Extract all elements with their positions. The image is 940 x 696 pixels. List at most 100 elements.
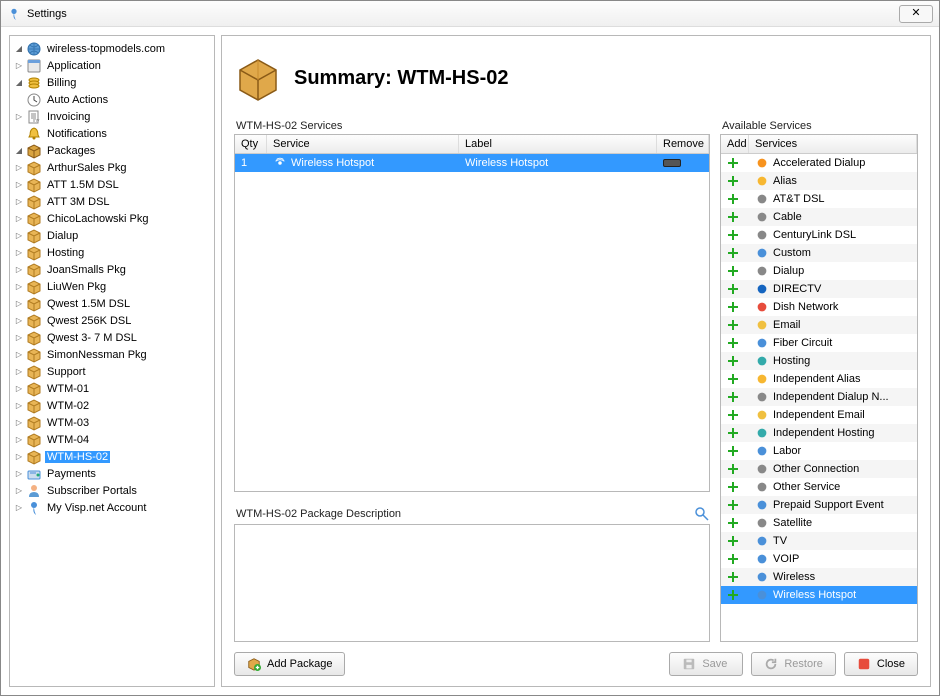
expander-icon[interactable]: ◢ [14,44,24,54]
cell-add[interactable] [721,588,749,602]
tree-package-item[interactable]: ▷Dialup [12,227,212,244]
expander-icon[interactable]: ▷ [14,265,24,275]
expander-icon[interactable]: ▷ [14,469,24,479]
cell-add[interactable] [721,300,749,314]
tree-package-item[interactable]: ▷JoanSmalls Pkg [12,261,212,278]
expander-icon[interactable]: ▷ [14,401,24,411]
tree-payments[interactable]: ▷Payments [12,465,212,482]
add-icon[interactable] [727,211,739,223]
available-service-row[interactable]: VOIP [721,550,917,568]
col-qty[interactable]: Qty [235,135,267,153]
tree-package-item[interactable]: ▷WTM-01 [12,380,212,397]
cell-remove[interactable] [657,158,709,168]
tree-package-item[interactable]: ▷Support [12,363,212,380]
tree-subscriber-portals[interactable]: ▷Subscriber Portals [12,482,212,499]
cell-add[interactable] [721,228,749,242]
add-icon[interactable] [727,193,739,205]
available-service-row[interactable]: Wireless [721,568,917,586]
tree-invoicing[interactable]: ▷invInvoicing [12,108,212,125]
expander-icon[interactable]: ▷ [14,197,24,207]
tree-package-item[interactable]: ▷WTM-02 [12,397,212,414]
available-service-row[interactable]: Email [721,316,917,334]
add-icon[interactable] [727,301,739,313]
tree-package-item[interactable]: ▷ArthurSales Pkg [12,159,212,176]
tree-my-account[interactable]: ▷My Visp.net Account [12,499,212,516]
services-table[interactable]: Qty Service Label Remove 1Wireless Hotsp… [234,134,710,492]
tree-package-item[interactable]: ▷WTM-03 [12,414,212,431]
expander-icon[interactable]: ▷ [14,350,24,360]
available-service-row[interactable]: Independent Alias [721,370,917,388]
expander-icon[interactable]: ▷ [14,163,24,173]
cell-add[interactable] [721,264,749,278]
available-service-row[interactable]: Alias [721,172,917,190]
available-service-row[interactable]: Other Connection [721,460,917,478]
expander-icon[interactable]: ▷ [14,61,24,71]
available-service-row[interactable]: Dish Network [721,298,917,316]
cell-add[interactable] [721,372,749,386]
col-add[interactable]: Add [721,135,749,153]
available-service-row[interactable]: Wireless Hotspot [721,586,917,604]
cell-add[interactable] [721,552,749,566]
add-icon[interactable] [727,175,739,187]
expander-icon[interactable]: ▷ [14,333,24,343]
available-service-row[interactable]: Labor [721,442,917,460]
available-service-row[interactable]: Custom [721,244,917,262]
add-icon[interactable] [727,517,739,529]
magnify-icon[interactable] [694,506,710,522]
tree-package-item[interactable]: ▷LiuWen Pkg [12,278,212,295]
cell-add[interactable] [721,192,749,206]
expander-icon[interactable]: ▷ [14,248,24,258]
cell-qty[interactable]: 1 [235,156,267,170]
expander-icon[interactable]: ▷ [14,418,24,428]
cell-add[interactable] [721,480,749,494]
available-service-row[interactable]: Accelerated Dialup [721,154,917,172]
window-close-button[interactable]: ✕ [899,5,933,23]
available-service-row[interactable]: Cable [721,208,917,226]
tree-application[interactable]: ▷Application [12,57,212,74]
available-service-row[interactable]: Independent Hosting [721,424,917,442]
cell-add[interactable] [721,408,749,422]
save-button[interactable]: Save [669,652,743,676]
close-button[interactable]: Close [844,652,918,676]
cell-add[interactable] [721,426,749,440]
expander-icon[interactable]: ▷ [14,282,24,292]
expander-icon[interactable]: ▷ [14,486,24,496]
available-services-table[interactable]: Add Services Accelerated DialupAliasAT&T… [720,134,918,642]
cell-add[interactable] [721,516,749,530]
cell-add[interactable] [721,390,749,404]
add-icon[interactable] [727,157,739,169]
tree-package-item[interactable]: ▷Hosting [12,244,212,261]
cell-add[interactable] [721,210,749,224]
tree-notifications[interactable]: Notifications [12,125,212,142]
tree-packages[interactable]: ◢Packages [12,142,212,159]
add-icon[interactable] [727,229,739,241]
add-icon[interactable] [727,355,739,367]
cell-add[interactable] [721,318,749,332]
available-service-row[interactable]: Independent Email [721,406,917,424]
cell-add[interactable] [721,570,749,584]
add-icon[interactable] [727,571,739,583]
col-services[interactable]: Services [749,135,917,153]
tree-package-item[interactable]: ▷ATT 3M DSL [12,193,212,210]
add-icon[interactable] [727,481,739,493]
expander-icon[interactable]: ◢ [14,146,24,156]
tree-package-item[interactable]: ▷ATT 1.5M DSL [12,176,212,193]
tree-package-item[interactable]: ▷Qwest 1.5M DSL [12,295,212,312]
add-icon[interactable] [727,373,739,385]
add-icon[interactable] [727,535,739,547]
add-icon[interactable] [727,445,739,457]
add-icon[interactable] [727,499,739,511]
tree-package-item[interactable]: ▷Qwest 256K DSL [12,312,212,329]
available-service-row[interactable]: AT&T DSL [721,190,917,208]
nav-tree[interactable]: ◢ wireless-topmodels.com ▷Application ◢B… [9,35,215,687]
cell-add[interactable] [721,246,749,260]
expander-icon[interactable]: ▷ [14,452,24,462]
available-service-row[interactable]: Other Service [721,478,917,496]
remove-button[interactable] [663,159,681,167]
expander-icon[interactable]: ▷ [14,316,24,326]
available-service-row[interactable]: DIRECTV [721,280,917,298]
add-icon[interactable] [727,319,739,331]
available-service-row[interactable]: Dialup [721,262,917,280]
col-label[interactable]: Label [459,135,657,153]
expander-icon[interactable]: ◢ [14,78,24,88]
